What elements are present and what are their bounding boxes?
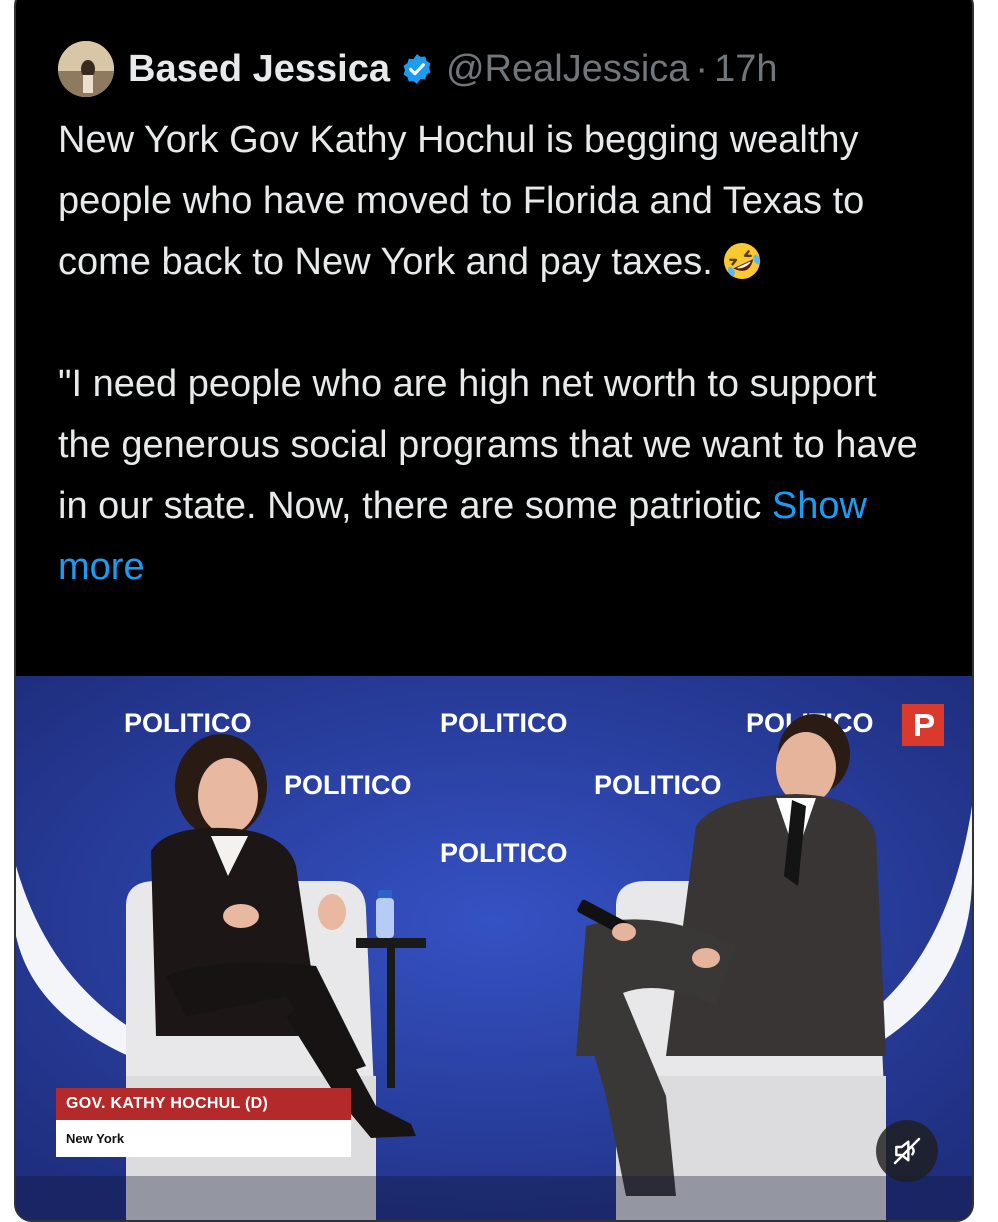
timestamp[interactable]: 17h [714, 48, 777, 91]
tweet-header: Based Jessica @RealJessica · 17h [58, 39, 777, 99]
verified-badge-icon[interactable] [400, 52, 434, 86]
tweet-card[interactable]: Based Jessica @RealJessica · 17h New Yor… [14, 0, 974, 1222]
mute-button[interactable] [876, 1120, 938, 1182]
politico-logo: POLITICO [440, 708, 568, 738]
tweet-paragraph-1: New York Gov Kathy Hochul is begging wea… [58, 110, 928, 293]
stage-floor-shadow [16, 1176, 972, 1220]
lower-third-subtitle: New York [56, 1120, 351, 1157]
tweet-paragraph-2: "I need people who are high net worth to… [58, 354, 928, 598]
politico-logo: POLITICO [124, 708, 252, 738]
separator-dot: · [695, 47, 709, 90]
avatar-image [58, 41, 114, 97]
politico-logo: POLITICO [440, 838, 568, 868]
display-name[interactable]: Based Jessica [128, 48, 390, 91]
tweet-text: New York Gov Kathy Hochul is begging wea… [58, 110, 928, 598]
speaker-muted-icon [893, 1137, 921, 1165]
avatar[interactable] [58, 41, 114, 97]
rolling-on-floor-laughing-emoji-icon [723, 243, 761, 279]
lower-third-title: GOV. KATHY HOCHUL (D) [56, 1088, 351, 1120]
handle[interactable]: @RealJessica [446, 48, 689, 91]
politico-logo: POLITICO [284, 770, 412, 800]
lower-third-caption: GOV. KATHY HOCHUL (D) New York [56, 1088, 351, 1157]
video-player[interactable]: POLITICO POLITICO POLITICO POLITICO POLI… [16, 676, 972, 1220]
politico-logo: POLITICO [594, 770, 722, 800]
